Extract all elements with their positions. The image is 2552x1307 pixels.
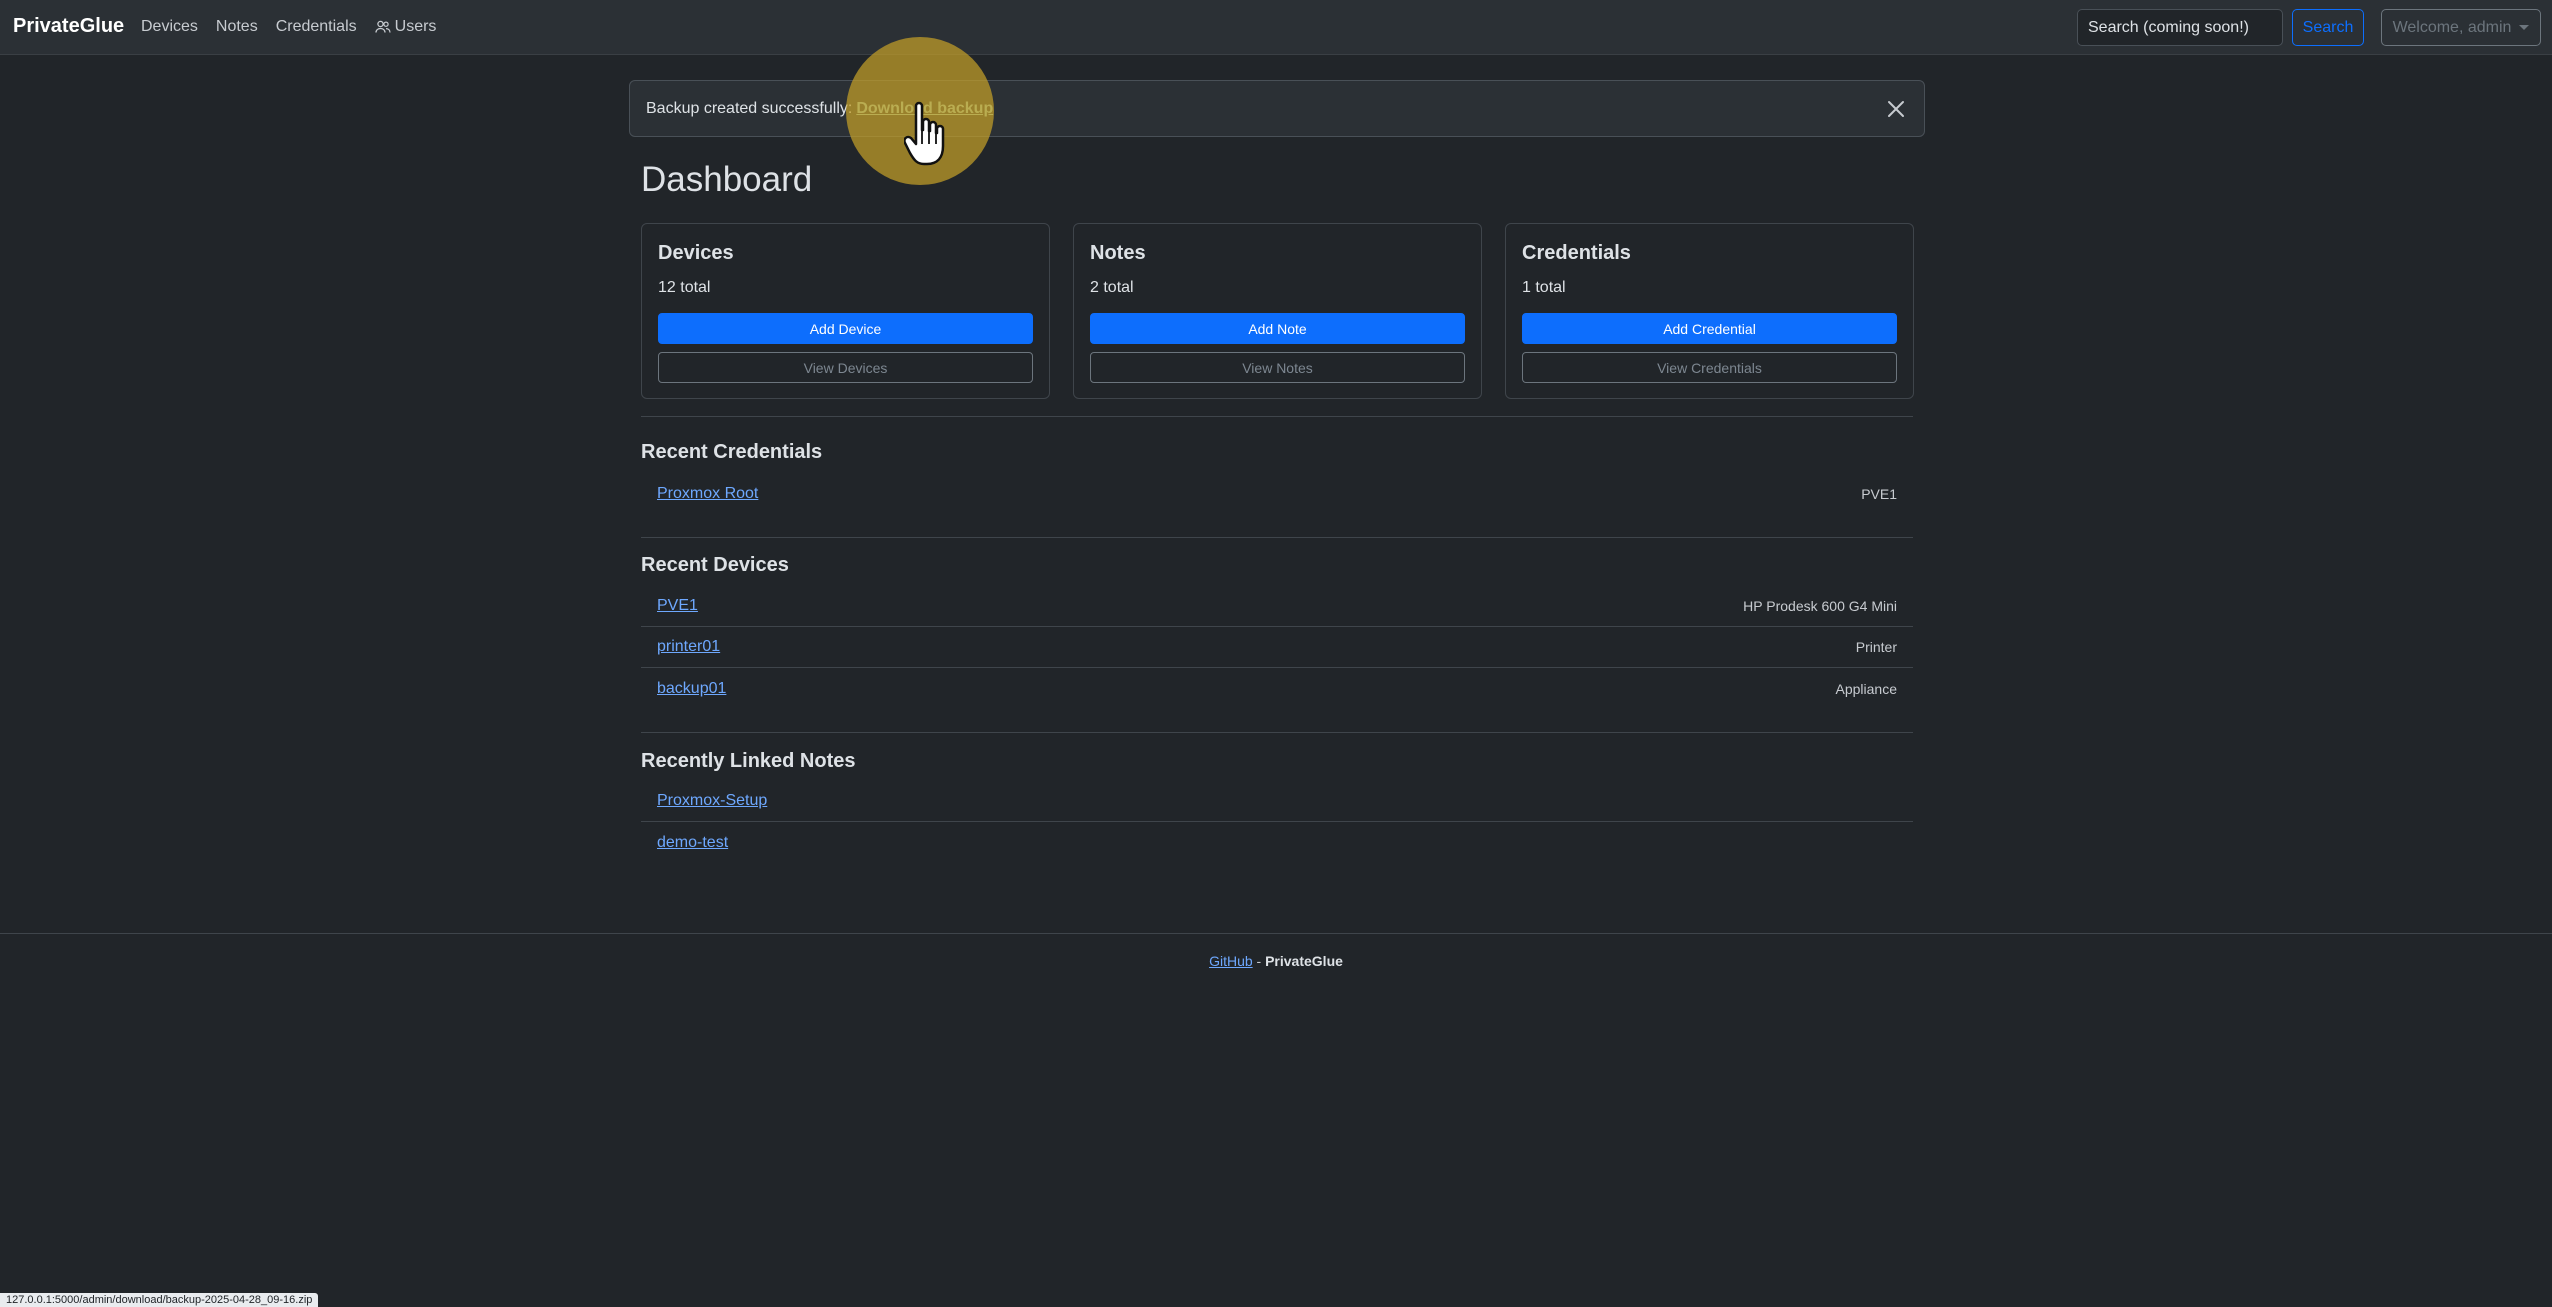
recent-notes-title: Recently Linked Notes (641, 750, 856, 772)
alert-message: Backup created successfully: (646, 99, 853, 117)
github-link[interactable]: GitHub (1209, 953, 1253, 969)
device-row: printer01 Printer (641, 627, 1913, 668)
card-count: 2 total (1090, 279, 1134, 296)
device-link[interactable]: printer01 (657, 638, 720, 656)
note-row: Proxmox-Setup (641, 781, 1913, 822)
add-credential-button[interactable]: Add Credential (1522, 313, 1897, 344)
device-row: backup01 Appliance (641, 668, 1913, 709)
view-devices-button[interactable]: View Devices (658, 352, 1033, 383)
nav-link-notes[interactable]: Notes (216, 18, 258, 36)
top-navbar: PrivateGlue Devices Notes Credentials Us… (0, 0, 2552, 55)
add-note-button[interactable]: Add Note (1090, 313, 1465, 344)
user-menu-label: Welcome, admin (2392, 18, 2512, 36)
section-divider (641, 416, 1913, 417)
nav-link-credentials[interactable]: Credentials (276, 18, 357, 36)
search-input[interactable] (2077, 9, 2283, 46)
credentials-card: Credentials 1 total Add Credential View … (1505, 223, 1914, 399)
brand-logo[interactable]: PrivateGlue (13, 15, 124, 38)
note-link[interactable]: demo-test (657, 834, 728, 852)
credential-device: PVE1 (1861, 485, 1897, 502)
section-divider (641, 732, 1913, 733)
download-backup-link[interactable]: Download backup (856, 100, 993, 118)
section-divider (641, 537, 1913, 538)
nav-link-devices[interactable]: Devices (141, 18, 198, 36)
nav-link-users-label: Users (394, 18, 437, 35)
users-icon (374, 20, 391, 33)
credential-row: Proxmox Root PVE1 (641, 473, 1913, 514)
device-row: PVE1 HP Prodesk 600 G4 Mini (641, 586, 1913, 627)
device-type: Appliance (1835, 680, 1898, 697)
card-title: Notes (1090, 242, 1146, 264)
link-status-bar: 127.0.0.1:5000/admin/download/backup-202… (0, 1293, 319, 1307)
card-count: 1 total (1522, 279, 1566, 296)
footer-brand: PrivateGlue (1265, 953, 1343, 969)
page-title: Dashboard (641, 160, 813, 199)
success-alert: Backup created successfully: Download ba… (629, 80, 1925, 137)
recent-devices-title: Recent Devices (641, 554, 789, 576)
credential-link[interactable]: Proxmox Root (657, 485, 758, 503)
notes-card: Notes 2 total Add Note View Notes (1073, 223, 1482, 399)
nav-link-users[interactable]: Users (374, 18, 437, 36)
card-count: 12 total (658, 279, 711, 296)
search-button[interactable]: Search (2292, 9, 2364, 46)
card-title: Devices (658, 242, 734, 264)
device-type: HP Prodesk 600 G4 Mini (1743, 598, 1897, 614)
add-device-button[interactable]: Add Device (658, 313, 1033, 344)
view-credentials-button[interactable]: View Credentials (1522, 352, 1897, 383)
footer-divider (0, 933, 2552, 934)
devices-card: Devices 12 total Add Device View Devices (641, 223, 1050, 399)
footer-separator: - (1252, 953, 1266, 969)
note-link[interactable]: Proxmox-Setup (657, 792, 767, 810)
chevron-down-icon (2519, 25, 2530, 30)
nav-links: Devices Notes Credentials Users (141, 18, 454, 36)
card-title: Credentials (1522, 242, 1631, 264)
device-type: Printer (1855, 639, 1897, 655)
footer: GitHub - PrivateGlue (0, 953, 2552, 969)
close-icon[interactable] (1886, 99, 1906, 119)
user-menu-button[interactable]: Welcome, admin (2381, 9, 2541, 46)
note-row: demo-test (641, 822, 1913, 863)
device-link[interactable]: PVE1 (657, 597, 698, 615)
recent-credentials-title: Recent Credentials (641, 441, 823, 463)
view-notes-button[interactable]: View Notes (1090, 352, 1465, 383)
device-link[interactable]: backup01 (657, 680, 726, 698)
